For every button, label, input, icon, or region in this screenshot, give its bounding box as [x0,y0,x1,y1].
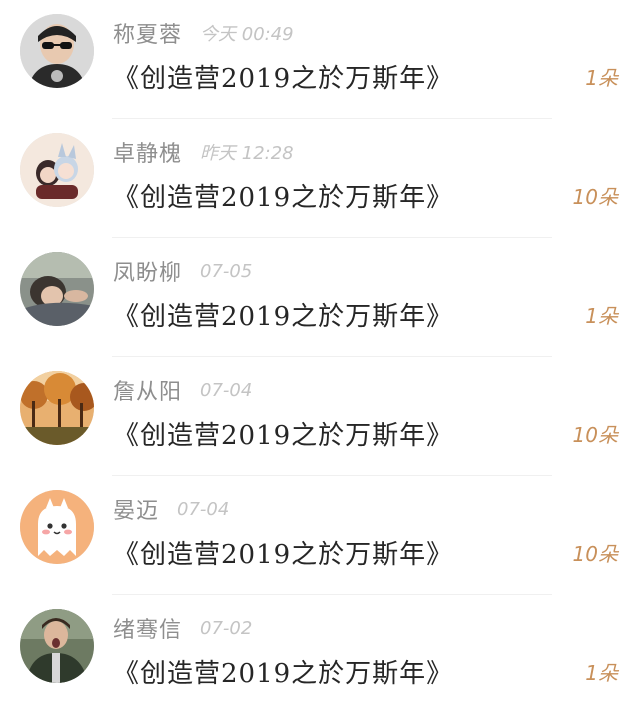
list-item[interactable]: 凤盼柳 07-05 《创造营2019之於万斯年》 1朵 [0,238,640,357]
timestamp: 07-02 [200,617,253,639]
flower-count: 1朵 [585,304,618,328]
anime-characters-avatar[interactable] [20,133,94,207]
user-name[interactable]: 称夏蓉 [113,17,182,49]
cartoon-ghost-avatar[interactable] [20,490,94,564]
user-name[interactable]: 凤盼柳 [113,255,182,287]
record-meta: 晏迈 07-04 [113,493,230,525]
flower-count: 10朵 [572,423,618,447]
list-item[interactable]: 绪骞信 07-02 《创造营2019之於万斯年》 1朵 [0,595,640,714]
gift-title: 《创造营2019之於万斯年》 [113,302,454,332]
list-item[interactable]: 晏迈 07-04 《创造营2019之於万斯年》 10朵 [0,476,640,595]
timestamp: 07-04 [177,498,230,520]
gift-title: 《创造营2019之於万斯年》 [113,183,454,213]
gift-title: 《创造营2019之於万斯年》 [113,540,454,570]
flower-count: 1朵 [585,661,618,685]
autumn-forest-avatar[interactable] [20,371,94,445]
user-name[interactable]: 绪骞信 [113,612,182,644]
person-sunglasses-avatar[interactable] [20,14,94,88]
record-meta: 称夏蓉 今天 00:49 [113,18,294,48]
list-item[interactable]: 卓静槐 昨天 12:28 《创造营2019之於万斯年》 10朵 [0,119,640,238]
person-lying-avatar[interactable] [20,252,94,326]
flower-count: 1朵 [585,66,618,90]
timestamp: 今天 00:49 [200,24,294,45]
gift-title: 《创造营2019之於万斯年》 [113,421,454,451]
timestamp: 07-04 [200,379,253,401]
list-item[interactable]: 称夏蓉 今天 00:49 《创造营2019之於万斯年》 1朵 [0,0,640,119]
user-name[interactable]: 晏迈 [113,493,159,525]
gift-record-list: 称夏蓉 今天 00:49 《创造营2019之於万斯年》 1朵 卓静槐 昨天 12… [0,0,640,701]
user-name[interactable]: 詹从阳 [113,374,182,406]
person-singing-avatar[interactable] [20,609,94,683]
flower-count: 10朵 [572,185,618,209]
record-meta: 詹从阳 07-04 [113,374,253,406]
flower-count: 10朵 [572,542,618,566]
gift-title: 《创造营2019之於万斯年》 [113,64,454,94]
list-item[interactable]: 詹从阳 07-04 《创造营2019之於万斯年》 10朵 [0,357,640,476]
timestamp: 昨天 12:28 [200,143,294,164]
record-meta: 凤盼柳 07-05 [113,255,253,287]
user-name[interactable]: 卓静槐 [113,136,182,168]
record-meta: 卓静槐 昨天 12:28 [113,137,294,167]
gift-title: 《创造营2019之於万斯年》 [113,659,454,689]
record-meta: 绪骞信 07-02 [113,612,253,644]
timestamp: 07-05 [200,260,253,282]
